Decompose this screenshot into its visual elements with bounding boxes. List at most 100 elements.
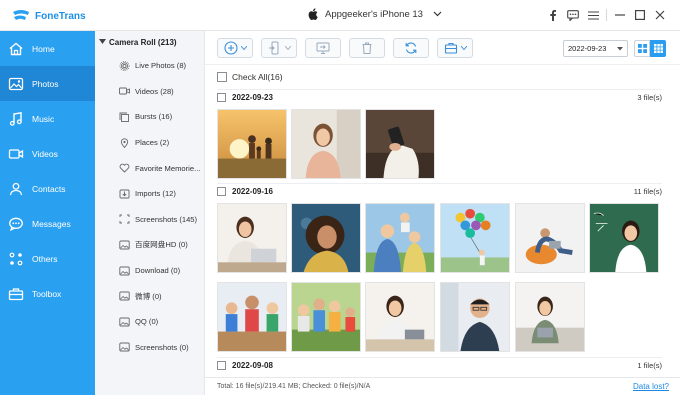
toolbar: 2022-09-23 <box>205 31 680 65</box>
photo-thumbnail[interactable] <box>291 282 361 352</box>
device-selector[interactable]: Appgeeker's iPhone 13 <box>308 8 442 20</box>
date-filter-select[interactable]: 2022-09-23 <box>563 40 628 57</box>
folder-live-photos[interactable]: Live Photos (8) <box>95 53 204 79</box>
group-count: 1 file(s) <box>637 361 662 370</box>
sidebar-item-label: Others <box>32 253 58 264</box>
folder-bursts[interactable]: Bursts (16) <box>95 104 204 130</box>
group-date: 2022-09-23 <box>232 93 273 102</box>
main-panel: 2022-09-23 Check All(16) 2022-09-23 3 fi… <box>205 31 680 395</box>
group-checkbox[interactable] <box>217 187 226 196</box>
folder-favorite-memories[interactable]: Favorite Memorie... <box>95 155 204 181</box>
folder-label: Bursts (16) <box>135 112 173 122</box>
folder-label: Screenshots (0) <box>135 342 189 352</box>
others-icon <box>9 252 23 265</box>
dropdown-arrow-icon <box>240 46 247 50</box>
refresh-button[interactable] <box>393 38 429 58</box>
export-to-pc-button[interactable] <box>305 38 341 58</box>
photo-thumbnail[interactable] <box>440 282 510 352</box>
folder-baidu[interactable]: 百度网盘HD (0) <box>95 232 204 258</box>
photo-thumbnail[interactable] <box>217 282 287 352</box>
device-name: Appgeeker's iPhone 13 <box>325 8 423 20</box>
photo-thumbnail[interactable] <box>589 203 659 273</box>
folder-download[interactable]: Download (0) <box>95 258 204 284</box>
add-button[interactable] <box>217 38 253 58</box>
folder-screenshots-2[interactable]: Screenshots (0) <box>95 335 204 361</box>
photo-family-sunset <box>218 110 286 178</box>
group-header: 2022-09-08 1 file(s) <box>217 361 662 370</box>
sidebar-item-label: Videos <box>32 148 58 159</box>
folder-label: 百度网盘HD (0) <box>135 240 188 250</box>
folder-label: Live Photos (8) <box>135 61 187 71</box>
bursts-icon <box>119 112 129 122</box>
folder-qq[interactable]: QQ (0) <box>95 309 204 335</box>
messages-icon <box>9 217 23 231</box>
status-summary: Total: 16 file(s)/219.41 MB; Checked: 0 … <box>217 383 371 390</box>
group-checkbox[interactable] <box>217 93 226 102</box>
photo-woman-laptop <box>218 204 286 272</box>
grid-view-icon <box>637 44 647 53</box>
minimize-icon[interactable] <box>610 7 630 23</box>
data-lost-link[interactable]: Data lost? <box>633 382 669 391</box>
home-icon <box>9 42 23 55</box>
fonetrans-logo-icon <box>13 10 29 20</box>
screenshots-icon <box>119 214 130 224</box>
delete-button[interactable] <box>349 38 385 58</box>
photo-thumbnail[interactable] <box>217 203 287 273</box>
menu-icon[interactable] <box>583 7 603 23</box>
album-icon <box>119 291 130 301</box>
photo-thumbnail[interactable] <box>365 109 435 179</box>
sidebar-item-toolbox[interactable]: Toolbox <box>0 276 95 311</box>
maximize-icon[interactable] <box>630 7 650 23</box>
sidebar-item-messages[interactable]: Messages <box>0 206 95 241</box>
video-icon <box>119 87 130 95</box>
folder-videos[interactable]: Videos (28) <box>95 79 204 105</box>
photo-woman-smiling <box>292 110 360 178</box>
photo-thumbnail[interactable] <box>365 282 435 352</box>
photo-thumbnail[interactable] <box>217 109 287 179</box>
window-controls <box>543 7 670 23</box>
photo-thumbnail[interactable] <box>440 203 510 273</box>
toolbox-button[interactable] <box>437 38 473 58</box>
sidebar-item-label: Toolbox <box>32 288 62 299</box>
photo-family-group <box>292 283 360 351</box>
folder-weibo[interactable]: 微博 (0) <box>95 283 204 309</box>
photo-thumbnail[interactable] <box>291 203 361 273</box>
folder-screenshots[interactable]: Screenshots (145) <box>95 207 204 233</box>
check-all-checkbox[interactable] <box>217 72 227 82</box>
folder-imports[interactable]: Imports (12) <box>95 181 204 207</box>
feedback-icon[interactable] <box>563 7 583 23</box>
folder-places[interactable]: Places (2) <box>95 130 204 156</box>
divider <box>217 89 662 90</box>
folder-label: Camera Roll (213) <box>109 37 177 47</box>
close-icon[interactable] <box>650 7 670 23</box>
sidebar-item-photos[interactable]: Photos <box>0 66 95 101</box>
date-filter-value: 2022-09-23 <box>568 44 607 53</box>
photo-thumbnail[interactable] <box>515 203 585 273</box>
folder-camera-roll[interactable]: Camera Roll (213) <box>95 31 204 53</box>
photo-man-beanbag <box>516 204 584 272</box>
export-to-device-button[interactable] <box>261 38 297 58</box>
group-checkbox[interactable] <box>217 361 226 370</box>
places-icon <box>120 138 129 148</box>
facebook-icon[interactable] <box>543 7 563 23</box>
export-to-device-icon <box>268 41 278 55</box>
sidebar-item-music[interactable]: Music <box>0 101 95 136</box>
group-header: 2022-09-23 3 file(s) <box>217 93 662 102</box>
sidebar-item-videos[interactable]: Videos <box>0 136 95 171</box>
photo-man-glasses <box>441 283 509 351</box>
photo-family-outdoors <box>366 204 434 272</box>
sidebar-item-others[interactable]: Others <box>0 241 95 276</box>
photo-thumbnail[interactable] <box>291 109 361 179</box>
group-date: 2022-09-08 <box>232 361 273 370</box>
check-all[interactable]: Check All(16) <box>217 72 283 82</box>
list-view-button[interactable] <box>650 40 666 57</box>
group-count: 3 file(s) <box>637 93 662 102</box>
photo-thumbnail[interactable] <box>515 282 585 352</box>
group-header: 2022-09-16 11 file(s) <box>217 187 662 196</box>
album-icon <box>119 266 130 275</box>
photo-thumbnail[interactable] <box>365 203 435 273</box>
toolbox-icon <box>444 42 457 54</box>
sidebar-item-contacts[interactable]: Contacts <box>0 171 95 206</box>
grid-view-button[interactable] <box>634 40 650 57</box>
sidebar-item-home[interactable]: Home <box>0 31 95 66</box>
